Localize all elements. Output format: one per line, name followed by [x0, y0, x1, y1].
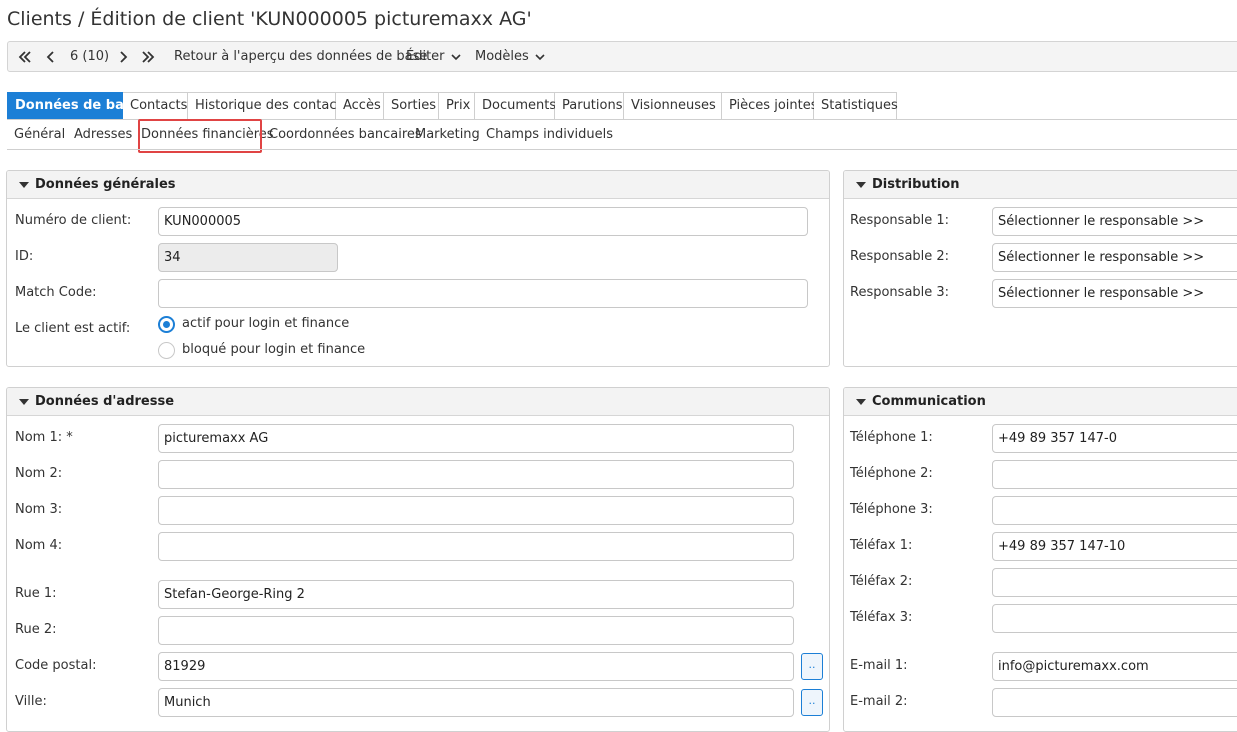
- id-input: [158, 243, 338, 272]
- blocked-radio[interactable]: [158, 342, 175, 359]
- back-to-overview-link[interactable]: Retour à l'aperçu des données de base: [174, 42, 427, 71]
- tab-prices[interactable]: Prix: [439, 92, 475, 120]
- customer-number-input[interactable]: [158, 207, 808, 236]
- tab-statistics[interactable]: Statistiques: [814, 92, 898, 120]
- fax3-input[interactable]: [992, 604, 1237, 633]
- customer-number-label: Numéro de client:: [15, 213, 132, 228]
- blocked-option-label: bloqué pour login et finance: [182, 342, 366, 357]
- match-code-label: Match Code:: [15, 285, 97, 300]
- name2-input[interactable]: [158, 460, 794, 489]
- match-code-input[interactable]: [158, 279, 808, 308]
- tab-contact-history[interactable]: Historique des contacts: [188, 92, 348, 120]
- caret-down-icon: [856, 182, 866, 188]
- subtab-bank-details[interactable]: Coordonnées bancaires: [269, 126, 422, 144]
- responsible-3-label: Responsable 3:: [850, 285, 950, 300]
- tab-attachments[interactable]: Pièces jointes: [722, 92, 818, 120]
- distribution-panel: Distribution Responsable 1: Sélectionner…: [843, 170, 1237, 367]
- fax2-label: Téléfax 2:: [850, 574, 913, 589]
- chevron-left-icon[interactable]: [44, 42, 58, 71]
- general-data-title: Données générales: [35, 177, 176, 192]
- tab-contacts[interactable]: Contacts: [123, 92, 188, 120]
- distribution-title: Distribution: [872, 177, 960, 192]
- highlight-annotation: [138, 119, 262, 153]
- street2-input[interactable]: [158, 616, 794, 645]
- street1-input[interactable]: [158, 580, 794, 609]
- caret-down-icon: [19, 182, 29, 188]
- phone1-input[interactable]: [992, 424, 1237, 453]
- subtabs-divider: [7, 149, 1237, 150]
- postal-code-input[interactable]: [158, 652, 794, 681]
- double-chevron-left-icon[interactable]: [17, 42, 33, 71]
- id-label: ID:: [15, 249, 34, 264]
- communication-header[interactable]: Communication: [844, 388, 1237, 416]
- responsible-2-select[interactable]: Sélectionner le responsable >>: [992, 243, 1237, 272]
- responsible-1-select[interactable]: Sélectionner le responsable >>: [992, 207, 1237, 236]
- name1-input[interactable]: [158, 424, 794, 453]
- address-data-panel: Données d'adresse Nom 1: * Nom 2: Nom 3:…: [6, 387, 830, 732]
- subtab-addresses[interactable]: Adresses: [74, 126, 132, 144]
- phone3-input[interactable]: [992, 496, 1237, 525]
- edit-menu[interactable]: Éditer: [406, 42, 461, 71]
- name3-label: Nom 3:: [15, 502, 63, 517]
- address-data-title: Données d'adresse: [35, 394, 175, 409]
- phone1-label: Téléphone 1:: [850, 430, 933, 445]
- tab-documents[interactable]: Documents: [475, 92, 556, 120]
- communication-panel: Communication Téléphone 1: Téléphone 2: …: [843, 387, 1237, 732]
- responsible-1-label: Responsable 1:: [850, 213, 950, 228]
- edit-menu-label: Éditer: [406, 49, 445, 64]
- name2-label: Nom 2:: [15, 466, 63, 481]
- general-data-panel: Données générales Numéro de client: ID: …: [6, 170, 830, 367]
- record-toolbar: 6 (10) Retour à l'aperçu des données de …: [7, 41, 1237, 72]
- tab-publications[interactable]: Parutions: [555, 92, 624, 120]
- subtab-marketing[interactable]: Marketing: [415, 126, 480, 144]
- fax1-input[interactable]: [992, 532, 1237, 561]
- postal-code-label: Code postal:: [15, 658, 97, 673]
- email1-input[interactable]: [992, 652, 1237, 681]
- double-chevron-right-icon[interactable]: [140, 42, 156, 71]
- tab-outputs[interactable]: Sorties: [384, 92, 439, 120]
- responsible-3-select[interactable]: Sélectionner le responsable >>: [992, 279, 1237, 308]
- subtab-custom-fields[interactable]: Champs individuels: [486, 126, 613, 144]
- templates-menu-label: Modèles: [475, 49, 529, 64]
- general-data-header[interactable]: Données générales: [7, 171, 829, 199]
- phone2-input[interactable]: [992, 460, 1237, 489]
- city-lookup-button[interactable]: ..: [801, 689, 823, 716]
- tab-viewers[interactable]: Visionneuses: [624, 92, 722, 120]
- active-option-label: actif pour login et finance: [182, 316, 350, 331]
- tab-access[interactable]: Accès: [336, 92, 384, 120]
- street2-label: Rue 2:: [15, 622, 57, 637]
- caret-down-icon: [19, 399, 29, 405]
- chevron-right-icon[interactable]: [116, 42, 130, 71]
- responsible-2-label: Responsable 2:: [850, 249, 950, 264]
- email2-label: E-mail 2:: [850, 694, 908, 709]
- client-active-label: Le client est actif:: [15, 321, 131, 336]
- phone3-label: Téléphone 3:: [850, 502, 933, 517]
- chevron-down-icon: [535, 42, 545, 71]
- street1-label: Rue 1:: [15, 586, 57, 601]
- record-position: 6 (10): [70, 49, 110, 64]
- templates-menu[interactable]: Modèles: [475, 42, 545, 71]
- caret-down-icon: [856, 399, 866, 405]
- communication-title: Communication: [872, 394, 986, 409]
- email1-label: E-mail 1:: [850, 658, 908, 673]
- name3-input[interactable]: [158, 496, 794, 525]
- email2-input[interactable]: [992, 688, 1237, 717]
- page-title: Clients / Édition de client 'KUN000005 p…: [7, 8, 532, 30]
- postal-lookup-button[interactable]: ..: [801, 653, 823, 680]
- name4-input[interactable]: [158, 532, 794, 561]
- city-label: Ville:: [15, 694, 47, 709]
- phone2-label: Téléphone 2:: [850, 466, 933, 481]
- city-input[interactable]: [158, 688, 794, 717]
- fax3-label: Téléfax 3:: [850, 610, 913, 625]
- active-radio[interactable]: [158, 316, 175, 333]
- chevron-down-icon: [450, 42, 461, 71]
- tab-base-data[interactable]: Données de base: [7, 92, 140, 120]
- address-data-header[interactable]: Données d'adresse: [7, 388, 829, 416]
- fax1-label: Téléfax 1:: [850, 538, 913, 553]
- subtab-general[interactable]: Général: [14, 126, 65, 144]
- fax2-input[interactable]: [992, 568, 1237, 597]
- name4-label: Nom 4:: [15, 538, 63, 553]
- distribution-header[interactable]: Distribution: [844, 171, 1237, 199]
- name1-label: Nom 1: *: [15, 430, 73, 445]
